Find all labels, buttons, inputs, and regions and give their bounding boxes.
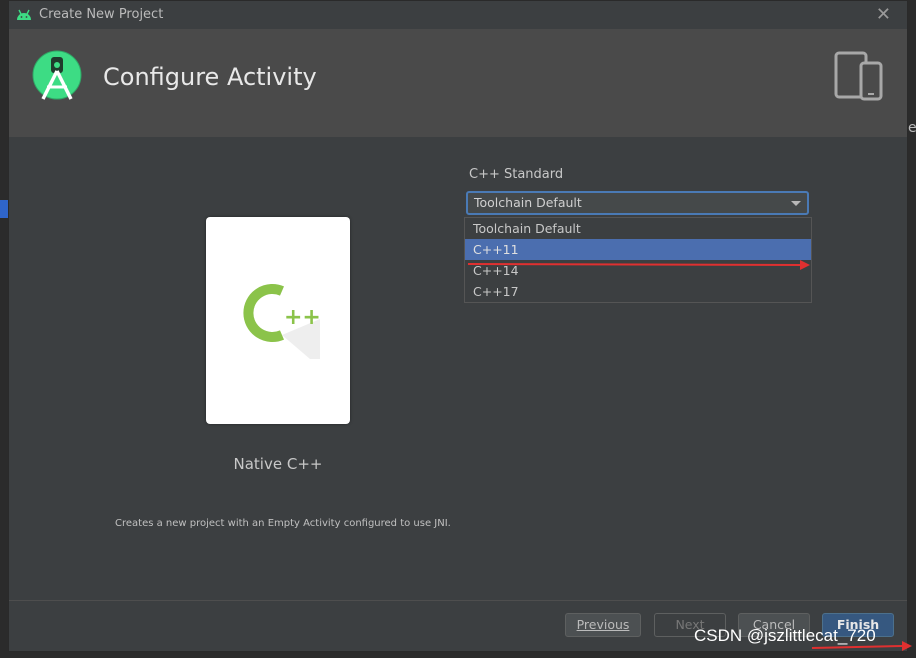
annotation-arrow-cpp11 bbox=[467, 260, 810, 270]
watermark: CSDN @jszlittlecat_720 bbox=[694, 626, 876, 645]
annotation-overlay bbox=[467, 260, 912, 651]
